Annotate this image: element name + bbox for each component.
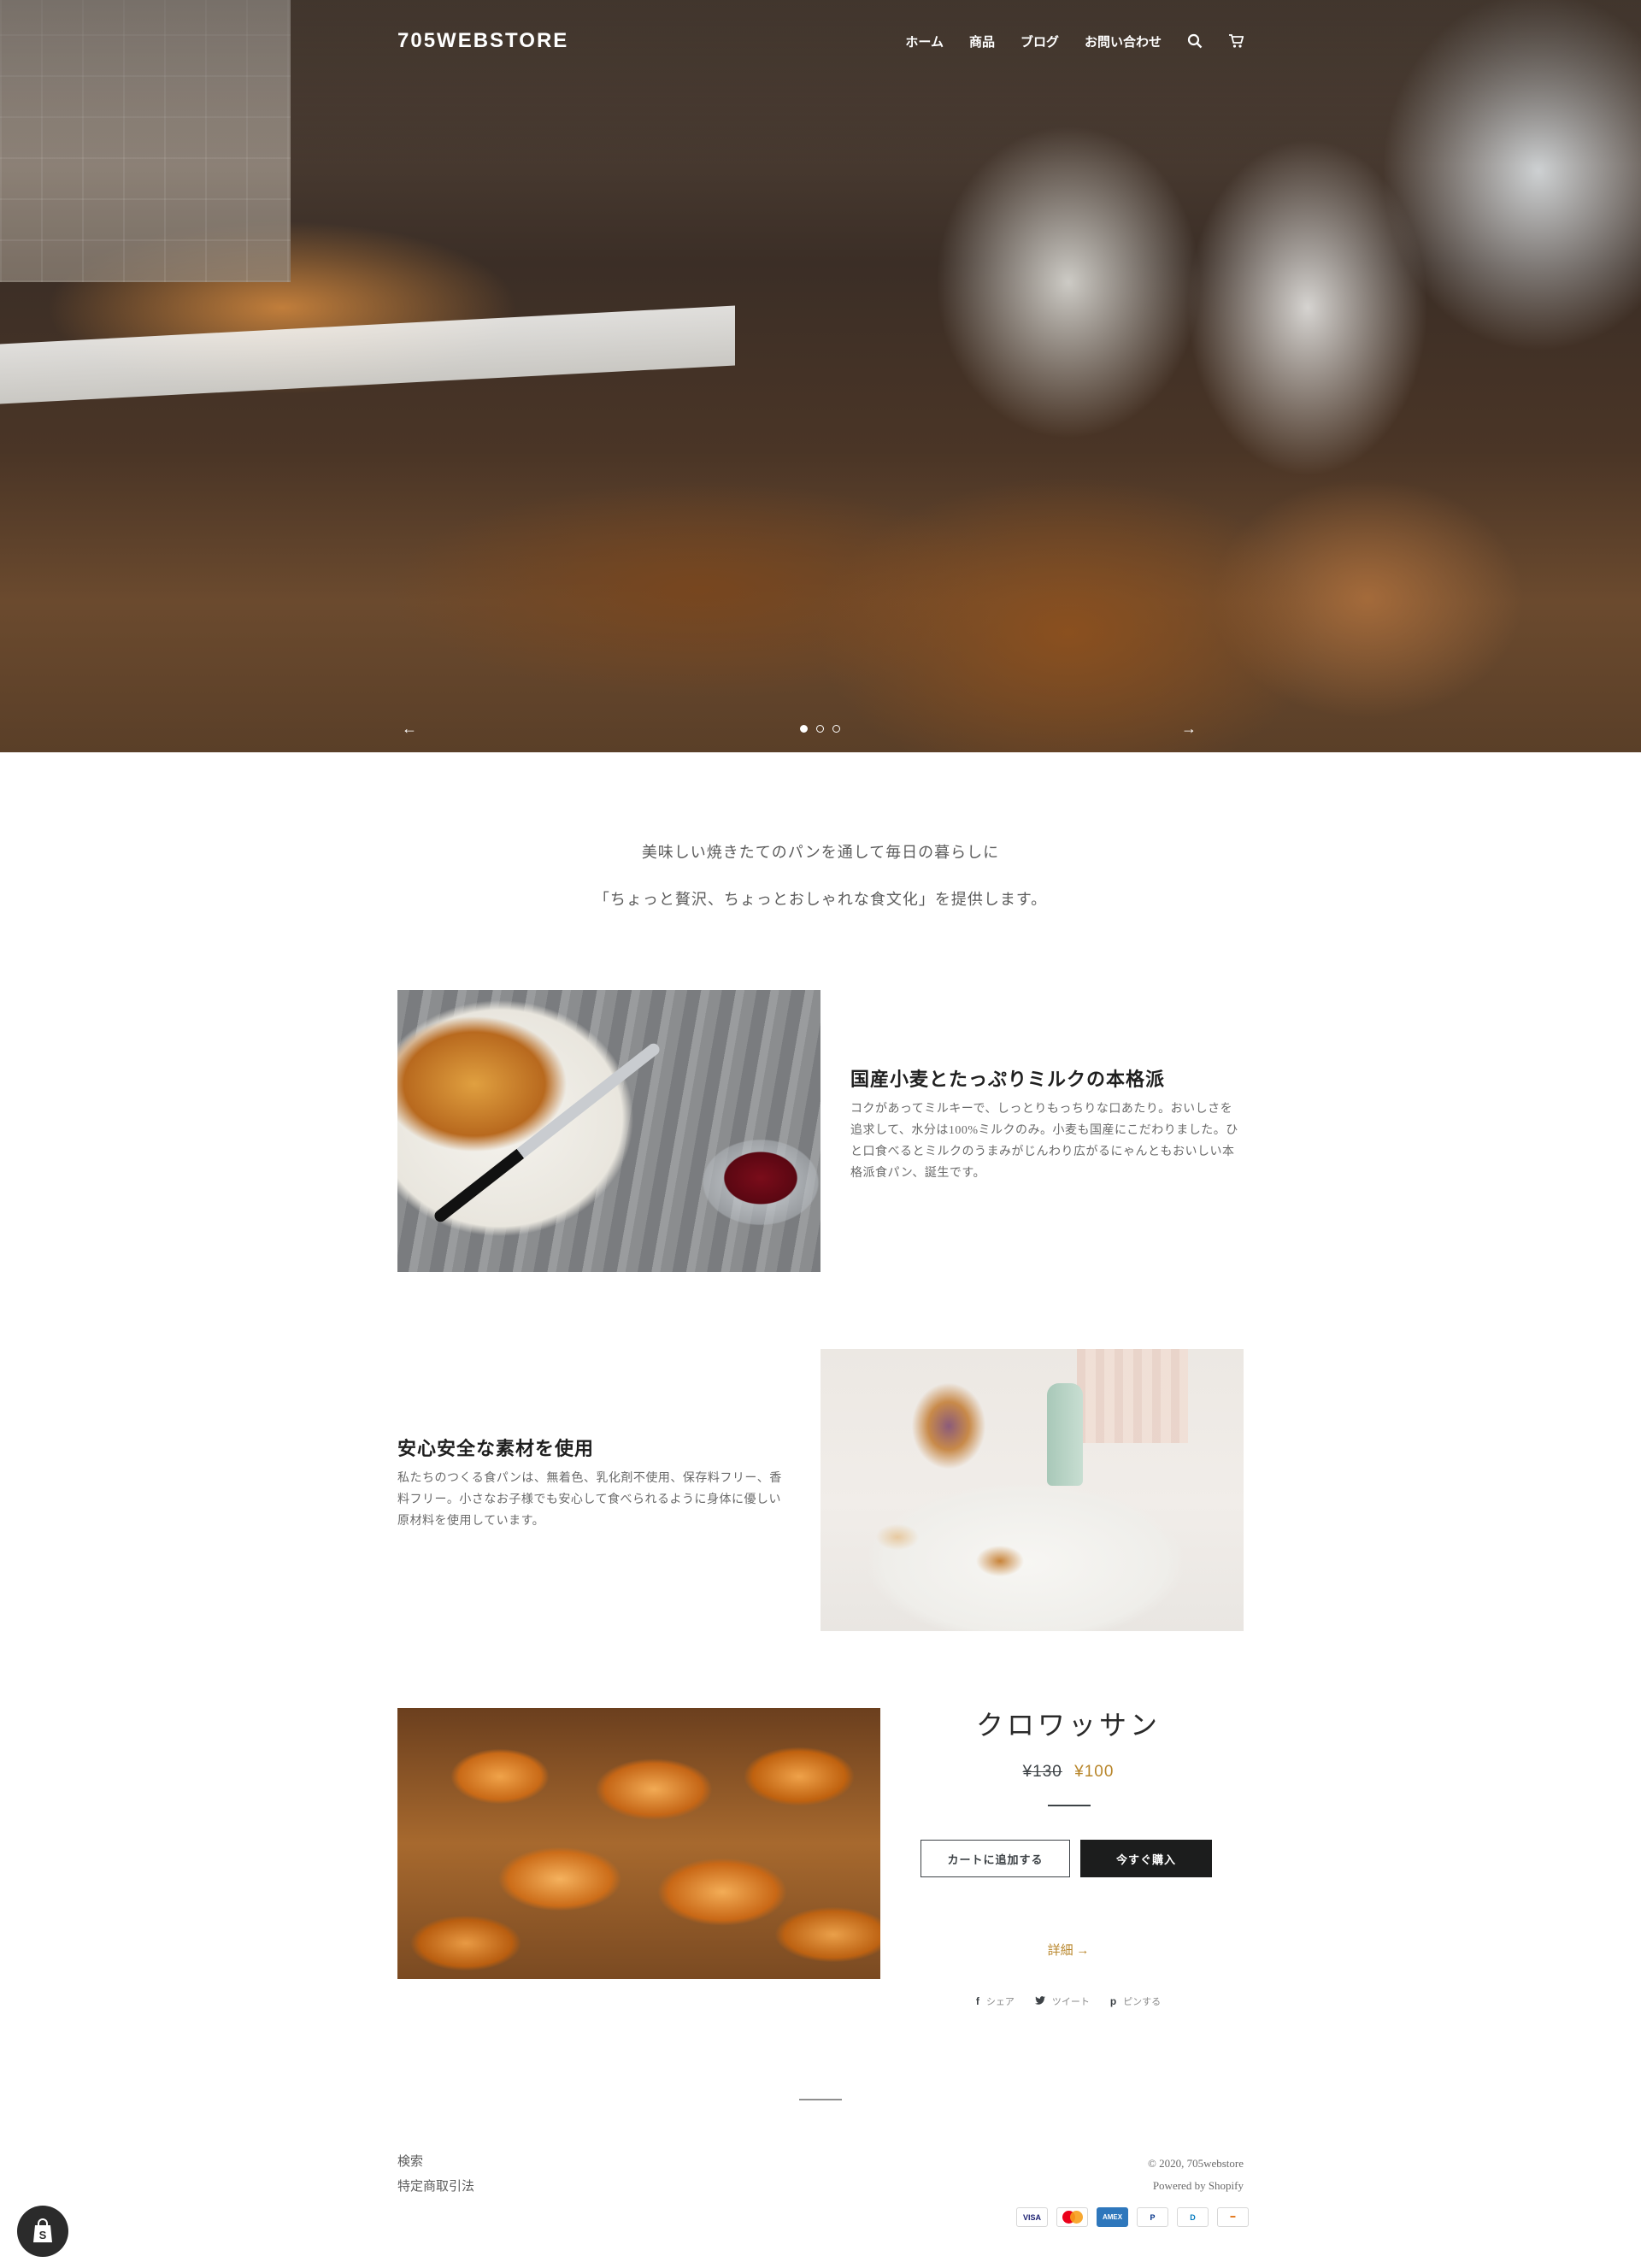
site-header: 705WEBSTORE ホーム 商品 ブログ お問い合わせ	[397, 24, 1244, 58]
diners-icon: D	[1177, 2207, 1209, 2227]
details-link[interactable]: 詳細 →	[906, 1941, 1231, 1959]
sale-price: ¥100	[1074, 1763, 1115, 1781]
share-twitter[interactable]: ツイート	[1034, 1994, 1090, 2008]
feature-title: 安心安全な素材を使用	[397, 1438, 595, 1459]
copyright[interactable]: © 2020, 705webstore	[1060, 2153, 1244, 2175]
intro-text: 美味しい焼きたてのパンを通して毎日の暮らしに 「ちょっと贅沢、ちょっとおしゃれな…	[0, 829, 1641, 923]
pinterest-icon: p	[1109, 1995, 1117, 2007]
feature-title: 国産小麦とたっぷりミルクの本格派	[850, 1069, 1166, 1090]
payment-icons: VISA AMEX P D ━	[1016, 2207, 1249, 2227]
nav-home[interactable]: ホーム	[905, 32, 944, 50]
powered-by[interactable]: Powered by Shopify	[1060, 2175, 1244, 2197]
footer-meta: © 2020, 705webstore Powered by Shopify	[1060, 2153, 1244, 2197]
slide-dot[interactable]	[816, 725, 824, 733]
intro-line-1: 美味しい焼きたてのパンを通して毎日の暮らしに	[641, 844, 1000, 861]
product-title: クロワッサン	[975, 1710, 1161, 1741]
feature-image-croissant-plate	[397, 990, 820, 1272]
intro-line-2: 「ちょっと贅沢、ちょっとおしゃれな食文化」を提供します。	[593, 891, 1048, 908]
shopify-bag-icon[interactable]: S	[17, 2206, 68, 2257]
share-pinterest[interactable]: p ピンする	[1110, 1994, 1161, 2008]
twitter-icon	[1034, 1995, 1045, 2007]
feature-image-breakfast-table	[820, 1349, 1244, 1631]
slide-dot[interactable]	[800, 725, 808, 733]
amex-icon: AMEX	[1097, 2207, 1128, 2227]
nav-products[interactable]: 商品	[969, 32, 995, 50]
nav-contact[interactable]: お問い合わせ	[1085, 32, 1162, 50]
svg-text:S: S	[39, 2229, 47, 2241]
slide-dot[interactable]	[832, 725, 840, 733]
add-to-cart-button[interactable]: カートに追加する	[920, 1840, 1070, 1877]
slideshow-dots	[800, 725, 840, 733]
slideshow-next-arrow[interactable]: →	[1181, 720, 1197, 738]
search-icon[interactable]	[1187, 33, 1203, 49]
hero-overlay	[0, 0, 1641, 752]
footer-divider	[799, 2099, 842, 2100]
feature-text: コクがあってミルキーで、しっとりもっちりな口あたり。おいしさを追求して、水分は1…	[850, 1103, 1238, 1180]
slideshow-prev-arrow[interactable]: ←	[402, 720, 417, 738]
mastercard-icon	[1056, 2207, 1088, 2227]
share-facebook[interactable]: f シェア	[976, 1994, 1015, 2008]
feature-text: 私たちのつくる食パンは、無着色、乳化剤不使用、保存料フリー、香料フリー。小さなお…	[397, 1472, 782, 1528]
nav-blog[interactable]: ブログ	[1020, 32, 1059, 50]
buy-now-button[interactable]: 今すぐ購入	[1080, 1840, 1212, 1877]
facebook-icon: f	[975, 1995, 979, 2007]
social-share: f シェア ツイート p ピンする	[906, 1994, 1231, 2008]
product-image-croissant[interactable]	[397, 1708, 880, 1979]
cart-icon[interactable]	[1228, 33, 1244, 49]
footer-link-legal[interactable]: 特定商取引法	[397, 2175, 474, 2200]
divider	[1048, 1805, 1091, 1806]
paypal-icon: P	[1137, 2207, 1168, 2227]
product-price: ¥130 ¥100	[906, 1763, 1231, 1782]
footer-links: 検索 特定商取引法	[397, 2150, 474, 2200]
discover-icon: ━	[1217, 2207, 1249, 2227]
footer-link-search[interactable]: 検索	[397, 2150, 474, 2175]
visa-icon: VISA	[1016, 2207, 1048, 2227]
hero-slideshow: 705WEBSTORE ホーム 商品 ブログ お問い合わせ ← →	[0, 0, 1641, 752]
site-logo[interactable]: 705WEBSTORE	[397, 29, 568, 53]
compare-price: ¥130	[1022, 1763, 1062, 1781]
main-nav: ホーム 商品 ブログ お問い合わせ	[905, 32, 1244, 50]
